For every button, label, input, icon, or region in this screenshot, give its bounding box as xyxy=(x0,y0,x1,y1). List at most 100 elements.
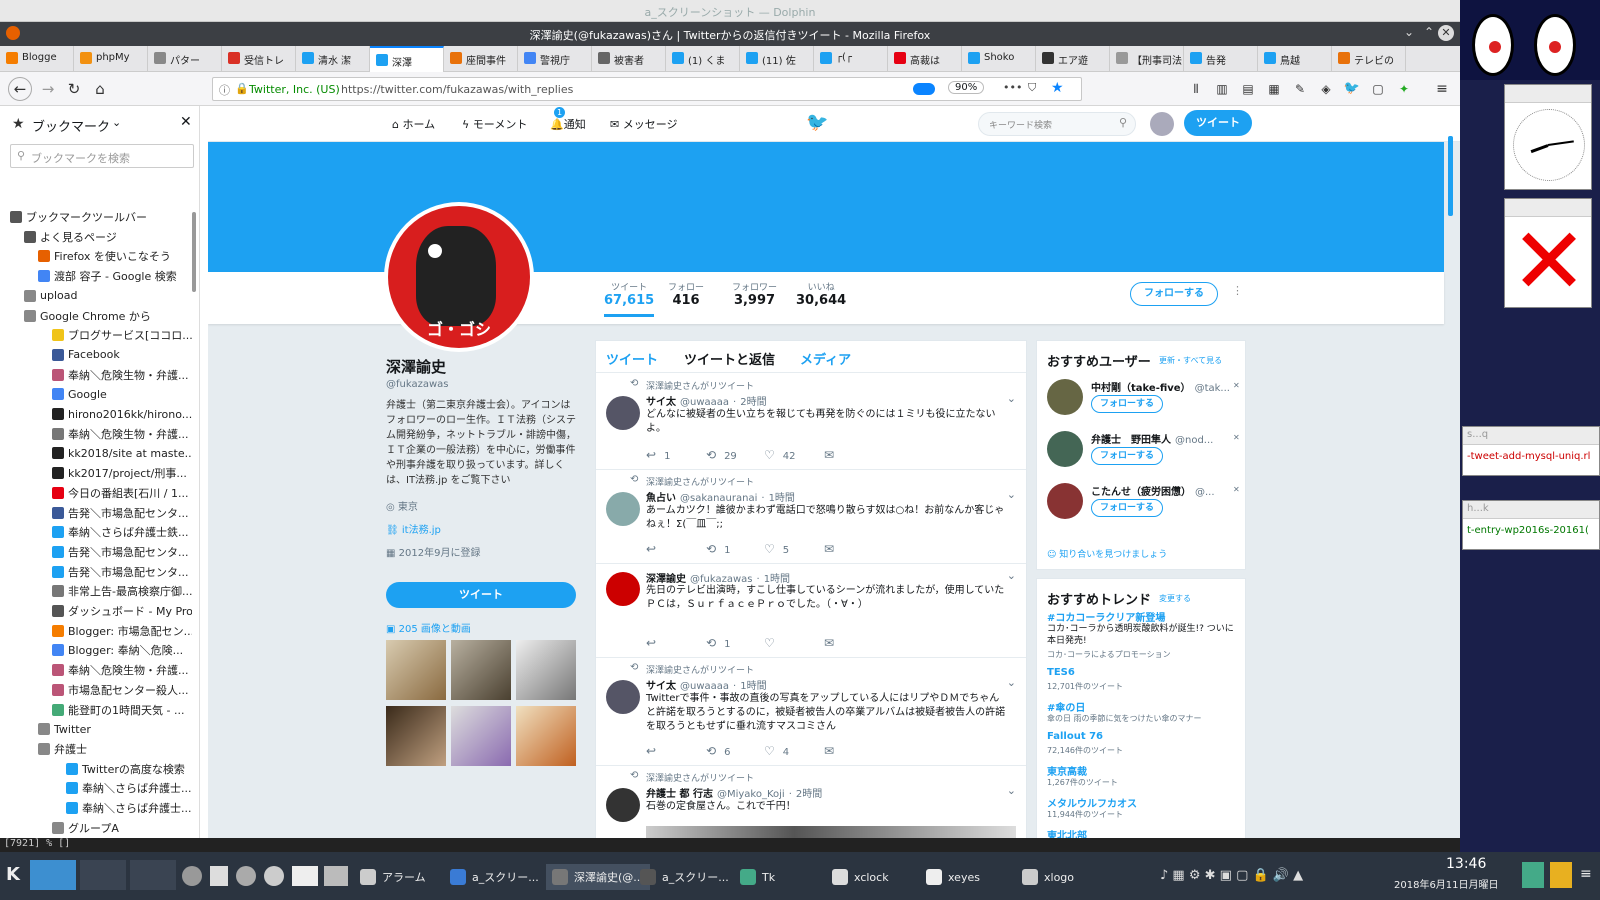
tray-widget[interactable] xyxy=(1522,862,1544,888)
xclock-window[interactable] xyxy=(1504,84,1592,190)
close-sidebar-icon[interactable]: ✕ xyxy=(180,114,192,130)
suggested-user-avatar[interactable] xyxy=(1047,483,1083,519)
reload-button[interactable]: ↻ xyxy=(64,79,84,99)
taskbar-item[interactable]: a_スクリー... xyxy=(640,864,729,890)
bookmark-item[interactable]: 能登町の1時間天気 - ... xyxy=(52,701,192,719)
sidebar-toggle-icon[interactable]: ▥ xyxy=(1212,79,1232,99)
search-icon[interactable]: ⚲ xyxy=(1119,116,1127,129)
tweet-handle[interactable]: @sakanauranai xyxy=(680,493,757,504)
site-identity[interactable]: Twitter, Inc. (US) xyxy=(249,83,340,96)
page-actions-icon[interactable]: ••• xyxy=(1003,81,1022,94)
tweet-avatar[interactable] xyxy=(606,396,640,430)
tab-item[interactable]: 告発 xyxy=(1184,46,1258,72)
tab-item[interactable]: Blogge xyxy=(0,46,74,72)
taskbar-item[interactable]: 深澤諭史(@... xyxy=(546,864,650,890)
tab-item[interactable]: 座間事件 xyxy=(444,46,518,72)
tweet-menu-chevron-icon[interactable]: ⌄ xyxy=(1007,569,1016,582)
reply-action[interactable]: ↩ xyxy=(646,636,664,650)
tweet-time[interactable]: 2時間 xyxy=(740,397,766,408)
launcher-icon[interactable] xyxy=(210,866,228,886)
tweet-menu-chevron-icon[interactable]: ⌄ xyxy=(1007,392,1016,405)
tab-item[interactable]: (11) 佐 xyxy=(740,46,814,72)
tab-item[interactable]: 受信トレ xyxy=(222,46,296,72)
profile-tweet-button[interactable]: ツイート xyxy=(386,582,576,608)
direct-message-icon[interactable]: ✉ xyxy=(824,542,834,556)
chevron-down-icon[interactable]: ⌄ xyxy=(112,116,121,129)
bookmark-item[interactable]: kk2018/site at maste... xyxy=(52,444,192,462)
bookmark-item[interactable]: 奉納＼危険生物・弁護... xyxy=(52,425,192,443)
launcher-icon[interactable] xyxy=(236,866,256,886)
taskbar-item[interactable]: xlogo xyxy=(1022,864,1074,890)
like-action[interactable]: ♡ 5 xyxy=(764,542,789,556)
direct-message-icon[interactable]: ✉ xyxy=(824,744,834,758)
like-action[interactable]: ♡ 42 xyxy=(764,448,796,462)
suggested-user-name[interactable]: こたんせ（疲労困憊） @... xyxy=(1091,483,1241,498)
trend-name[interactable]: #コカコーラクリア新登場 xyxy=(1047,609,1165,624)
like-action[interactable]: ♡ xyxy=(764,636,783,650)
tab-item[interactable]: 高裁は xyxy=(888,46,962,72)
tab-item[interactable]: (1) くま xyxy=(666,46,740,72)
trend-name[interactable]: TES6 xyxy=(1047,667,1075,678)
minimize-icon[interactable]: ⌄ xyxy=(1404,25,1414,39)
like-action[interactable]: ♡ 4 xyxy=(764,744,789,758)
bookmark-item[interactable]: 告発＼市場急配センタ... xyxy=(52,563,192,581)
bookmark-item[interactable]: upload xyxy=(24,287,192,305)
suggested-user-name[interactable]: 弁護士 野田隼人 @nod... xyxy=(1091,431,1241,446)
taskbar-item[interactable]: Tk xyxy=(740,864,775,890)
bookmark-item[interactable]: 奉納＼危険生物・弁護... xyxy=(52,366,192,384)
bookmark-item[interactable]: Blogger: 市場急配セン... xyxy=(52,622,192,640)
find-friends-link[interactable]: ☺ 知り合いを見つけましょう xyxy=(1047,547,1167,560)
launcher-icon[interactable] xyxy=(324,866,348,886)
retweet-action[interactable]: ⟲ 29 xyxy=(706,448,737,462)
bookmark-item[interactable]: 奉納＼さらば弁護士... xyxy=(66,779,192,797)
more-options-icon[interactable]: ⋮ xyxy=(1232,284,1243,297)
reply-action[interactable]: ↩ xyxy=(646,542,664,556)
edit-icon[interactable]: ✎ xyxy=(1290,79,1310,99)
wtf-links[interactable]: 更新・すべて見る xyxy=(1159,355,1222,366)
close-window-icon[interactable]: ✕ xyxy=(1438,25,1454,41)
twitter-ext-icon[interactable]: 🐦 xyxy=(1342,79,1362,99)
reply-action[interactable]: ↩ 1 xyxy=(646,448,670,462)
bookmark-search-input[interactable]: ⚲ ブックマークを検索 xyxy=(10,144,194,168)
profile-website[interactable]: ⛓ it法務.jp xyxy=(386,521,578,536)
tab-item[interactable]: テレビの xyxy=(1332,46,1406,72)
profile-handle[interactable]: @fukazawas xyxy=(386,379,578,390)
tweet-handle[interactable]: @uwaaaa xyxy=(680,681,729,692)
desktop-pager[interactable] xyxy=(30,860,76,890)
bookmark-item[interactable]: 非常上告-最高検察庁御... xyxy=(52,582,192,600)
tweet[interactable]: 深澤諭史さんがリツイート ⟲ 魚占い @sakanauranai · 1時間 ⌄ あームカツク… xyxy=(596,470,1026,564)
side-window-1[interactable]: s...q -tweet-add-mysql-uniq.rl xyxy=(1462,426,1600,476)
tweet-author[interactable]: サイ太 xyxy=(646,397,676,408)
nav-notifications[interactable]: 🔔通知 xyxy=(550,116,586,132)
toggle-icon[interactable] xyxy=(913,83,935,95)
home-button[interactable]: ⌂ xyxy=(90,79,110,99)
clock-time[interactable]: 13:46 xyxy=(1446,856,1486,872)
retweet-action[interactable]: ⟲ 6 xyxy=(706,744,730,758)
media-thumb[interactable] xyxy=(386,706,446,766)
menu-icon[interactable]: ≡ xyxy=(1580,866,1592,882)
bookmark-item[interactable]: Blogger: 奉納＼危険... xyxy=(52,641,192,659)
direct-message-icon[interactable]: ✉ xyxy=(824,636,834,650)
taskbar-item[interactable]: アラーム xyxy=(360,864,426,890)
twitter-logo-icon[interactable]: 🐦 xyxy=(806,112,828,133)
keyword-search-input[interactable]: キーワード検索 ⚲ xyxy=(978,112,1136,136)
tweet-author[interactable]: 弁護士 都 行志 xyxy=(646,789,713,800)
bookmark-item[interactable]: Twitterの高度な検索 xyxy=(66,760,192,778)
tab-media[interactable]: メディア xyxy=(800,349,851,368)
bookmark-item[interactable]: 奉納＼危険生物・弁護... xyxy=(52,661,192,679)
clock-date[interactable]: 2018年6月11日月曜日 xyxy=(1394,876,1499,891)
kde-start-icon[interactable]: K xyxy=(6,864,20,885)
tab-item[interactable]: エア遊 xyxy=(1036,46,1110,72)
tweet-handle[interactable]: @Miyako_Koji xyxy=(717,789,785,800)
tab-item[interactable]: 深澤 xyxy=(370,46,444,72)
profile-name[interactable]: 深澤諭史 xyxy=(386,356,578,377)
clipboard-icon[interactable]: ▢ xyxy=(1368,79,1388,99)
tweet-avatar[interactable] xyxy=(606,492,640,526)
tab-item[interactable]: ┌(┌ xyxy=(814,46,888,72)
tweet-time[interactable]: 1時間 xyxy=(769,493,795,504)
suggested-user-avatar[interactable] xyxy=(1047,431,1083,467)
follow-user-button[interactable]: フォローする xyxy=(1091,395,1163,413)
stat-item[interactable]: いいね 30,644 xyxy=(796,280,846,308)
direct-message-icon[interactable]: ✉ xyxy=(824,448,834,462)
addon-icon[interactable]: ✦ xyxy=(1394,79,1414,99)
